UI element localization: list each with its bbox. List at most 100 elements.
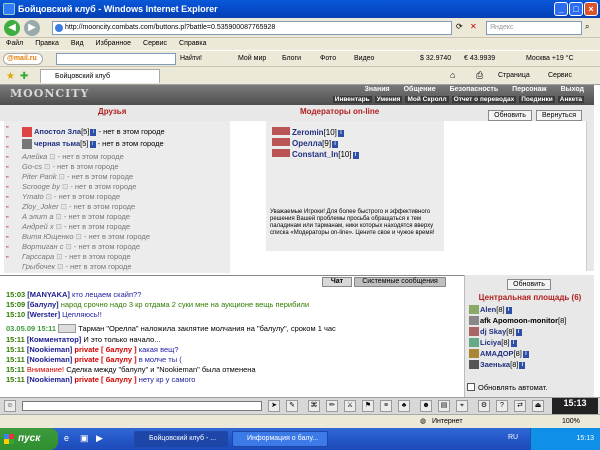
favorites-star-icon[interactable]: ★ <box>6 68 15 85</box>
auto-refresh-checkbox[interactable] <box>467 383 475 391</box>
map-icon[interactable]: ⌖ <box>456 400 468 412</box>
vertical-scrollbar[interactable] <box>586 121 594 271</box>
book-icon[interactable]: ▤ <box>438 400 450 412</box>
friend-offline-item[interactable]: Андрей х ⊡ - нет в этом городе <box>22 222 130 232</box>
refresh-button[interactable]: Обновить <box>488 110 532 121</box>
sword-icon[interactable]: ⚔ <box>344 400 356 412</box>
friend-offline-item[interactable]: А элит а ⊡ - нет в этом городе <box>22 212 130 222</box>
walk-icon[interactable]: ⚑ <box>362 400 374 412</box>
moderator-item[interactable]: Орелла[9] i <box>272 138 339 149</box>
user-item[interactable]: afk Apomoon-monitor[8] <box>469 316 566 326</box>
tools-menu[interactable]: Сервис <box>548 67 572 84</box>
page-menu[interactable]: Страница <box>498 67 530 84</box>
user-item[interactable]: Alen[8] i <box>469 305 512 315</box>
minimize-button[interactable]: _ <box>554 2 568 16</box>
user-item[interactable]: dj Skay[8] i <box>469 327 522 337</box>
chat-message-input[interactable] <box>22 401 262 411</box>
add-favorite-icon[interactable]: ✚ <box>20 68 28 85</box>
home-icon[interactable]: ⌂ <box>450 67 455 84</box>
media-quicklaunch-icon[interactable]: ▶ <box>96 433 103 444</box>
friend-offline-item[interactable]: Вортиган с ⊡ - нет в этом городе <box>22 242 140 252</box>
blogs-link[interactable]: Блоги <box>282 51 301 67</box>
print-icon[interactable]: ⎙ <box>476 67 483 84</box>
zoom-level[interactable]: 100% <box>562 415 580 429</box>
start-button[interactable]: пуск <box>0 428 58 450</box>
trade-icon[interactable]: ⇄ <box>514 400 526 412</box>
filter-icon[interactable]: ⌘ <box>308 400 320 412</box>
ie-quicklaunch-icon[interactable]: e <box>64 433 69 443</box>
help-icon[interactable]: ? <box>496 400 508 412</box>
nav-exit[interactable]: Выход <box>561 86 584 93</box>
info-icon[interactable]: i <box>510 340 517 347</box>
nav-character[interactable]: Персонаж <box>512 86 546 93</box>
friend-offline-item[interactable]: Go-cs ⊡ - нет в этом городе <box>22 162 119 172</box>
friend-online-item[interactable]: Апостол Зла[5] i - нет в этом городе <box>22 127 165 137</box>
friend-online-item[interactable]: черная тьма[5] i - нет в этом городе <box>22 139 164 149</box>
my-world-link[interactable]: Мой мир <box>238 51 266 67</box>
tab-system-messages[interactable]: Системные сообщения <box>354 277 446 287</box>
friend-offline-item[interactable]: Алейка ⊡ - нет в этом городе <box>22 152 124 162</box>
pencil-icon[interactable]: ✏ <box>326 400 338 412</box>
tab-chat[interactable]: Чат <box>322 277 352 287</box>
forward-icon[interactable]: ▶ <box>24 20 40 36</box>
desktop-quicklaunch-icon[interactable]: ▣ <box>80 433 89 444</box>
find-button[interactable]: Найти! <box>180 51 202 67</box>
back-button[interactable]: Вернуться <box>536 110 582 121</box>
user-item[interactable]: Заенька[8] i <box>469 360 526 370</box>
smile-icon[interactable]: ☺ <box>4 400 16 412</box>
menu-help[interactable]: Справка <box>179 40 206 47</box>
settings-icon[interactable]: ⚙ <box>478 400 490 412</box>
back-icon[interactable]: ◀ <box>4 20 20 36</box>
video-link[interactable]: Видео <box>354 51 374 67</box>
menu-view[interactable]: Вид <box>71 40 84 47</box>
face-icon[interactable]: ☻ <box>420 400 432 412</box>
moderator-item[interactable]: Constant_In[10] i <box>272 149 359 160</box>
clear-icon[interactable]: ✎ <box>286 400 298 412</box>
task-info[interactable]: Информация о балу... <box>232 431 328 447</box>
nav-knowledge[interactable]: Знания <box>364 86 389 93</box>
refresh-icon[interactable]: ⟳ <box>456 22 463 31</box>
scroll-icon[interactable]: ≡ <box>380 400 392 412</box>
tab-fight-club[interactable]: Бойцовский клуб <box>40 69 160 83</box>
maximize-button[interactable]: □ <box>569 2 583 16</box>
mailru-search-input[interactable] <box>56 53 176 65</box>
menu-edit[interactable]: Правка <box>35 40 59 47</box>
info-icon[interactable]: i <box>522 351 529 358</box>
menu-tools[interactable]: Сервис <box>143 40 167 47</box>
exit-icon[interactable]: ⏏ <box>532 400 544 412</box>
nav-security[interactable]: Безопасность <box>450 86 499 93</box>
nav-transfer-report[interactable]: Отчет о переводах <box>451 96 517 103</box>
nav-inventory[interactable]: Инвентарь <box>332 96 372 103</box>
photo-link[interactable]: Фото <box>320 51 336 67</box>
user-item[interactable]: АМАДОР[8] i <box>469 349 529 359</box>
info-icon[interactable]: i <box>337 130 344 137</box>
task-fight-club[interactable]: Бойцовский клуб - ... <box>134 431 228 447</box>
info-icon[interactable]: i <box>519 362 526 369</box>
friend-offline-item[interactable]: Грыбочек ⊡ - нет в этом городе <box>22 262 132 272</box>
auto-refresh-option[interactable]: Обновлять автомат. <box>467 383 547 392</box>
friend-offline-item[interactable]: Ymato ⊡ - нет в этом городе <box>22 192 120 202</box>
mailru-logo[interactable]: @mail.ru <box>3 53 43 65</box>
moderator-item[interactable]: Zeromin[10] i <box>272 127 344 138</box>
nav-my-scroll[interactable]: Мой Скролл <box>405 96 449 103</box>
friend-offline-item[interactable]: Scrooge by ⊡ - нет в этом городе <box>22 182 136 192</box>
search-input[interactable]: Яндекс <box>486 21 582 35</box>
menu-favorites[interactable]: Избранное <box>96 40 131 47</box>
friend-offline-item[interactable]: Piter Pank ⊡ - нет в этом городе <box>22 172 133 182</box>
menu-file[interactable]: Файл <box>6 40 23 47</box>
close-button[interactable]: × <box>584 2 598 16</box>
url-field[interactable]: http://mooncity.combats.com/buttons.pl?b… <box>52 21 452 35</box>
room-refresh-button[interactable]: Обновить <box>507 279 551 290</box>
tree-icon[interactable]: ♣ <box>398 400 410 412</box>
send-icon[interactable]: ➤ <box>268 400 280 412</box>
nav-duels[interactable]: Поединки <box>519 96 555 103</box>
info-icon[interactable]: i <box>515 329 522 336</box>
info-icon[interactable]: i <box>352 152 359 159</box>
info-icon[interactable]: i <box>505 307 512 314</box>
nav-profile[interactable]: Анкета <box>557 96 584 103</box>
language-indicator[interactable]: RU <box>508 434 518 441</box>
search-icon[interactable]: ⌕ <box>585 22 589 32</box>
friend-offline-item[interactable]: Zloy_Joker ⊡ - нет в этом городе <box>22 202 135 212</box>
info-icon[interactable]: i <box>332 141 339 148</box>
nav-skills[interactable]: Умения <box>374 96 403 103</box>
